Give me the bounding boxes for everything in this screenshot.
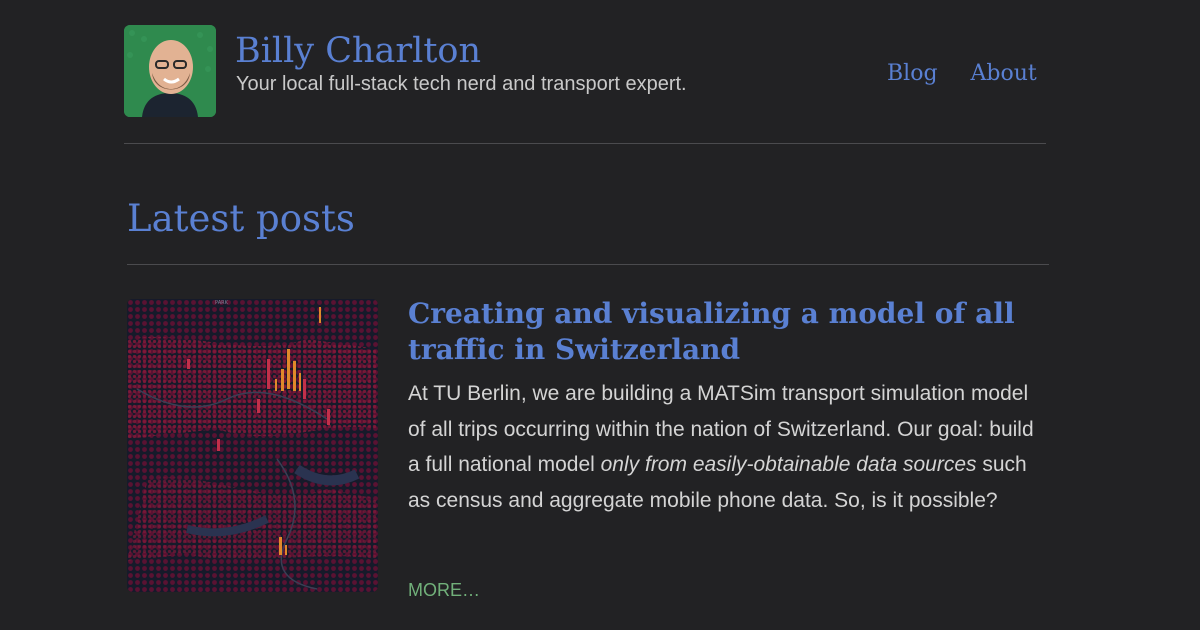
site-tagline: Your local full-stack tech nerd and tran… <box>236 73 687 95</box>
profile-photo-icon <box>124 25 216 117</box>
section-divider <box>127 264 1049 265</box>
header-divider <box>124 143 1046 144</box>
post-excerpt-emphasis: only from easily-obtainable data sources <box>600 453 977 476</box>
post-thumbnail[interactable]: PARK <box>127 299 378 592</box>
more-link[interactable]: MORE… <box>408 578 480 602</box>
nav-link-about[interactable]: About <box>971 58 1037 90</box>
post-excerpt: At TU Berlin, we are building a MATSim t… <box>408 376 1048 518</box>
post-title[interactable]: Creating and visualizing a model of all … <box>408 296 1048 368</box>
main-nav: Blog About <box>887 58 1037 90</box>
nav-link-blog[interactable]: Blog <box>887 58 938 90</box>
traffic-map-thumbnail: PARK <box>127 299 378 592</box>
thumbnail-caption: PARK <box>215 300 229 306</box>
avatar <box>124 25 216 117</box>
site-title[interactable]: Billy Charlton <box>235 30 481 72</box>
section-title: Latest posts <box>127 197 355 240</box>
